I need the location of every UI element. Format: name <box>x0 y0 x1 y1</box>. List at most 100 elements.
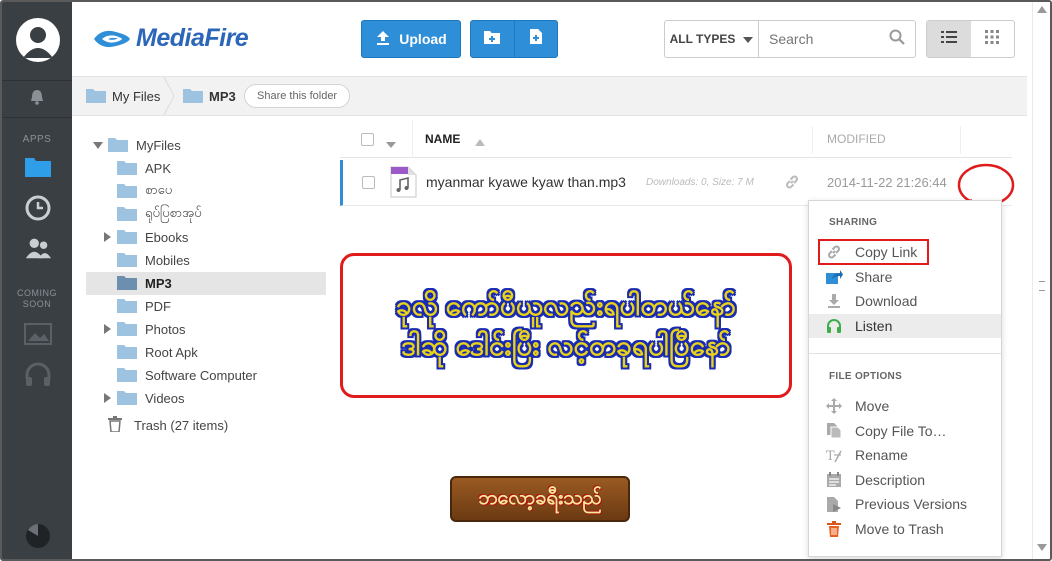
tree-folder-item[interactable]: Software Computer <box>86 364 326 387</box>
menu-item-previous-versions[interactable]: Previous Versions <box>809 492 1001 516</box>
search-box <box>758 20 916 58</box>
folder-icon <box>117 251 137 270</box>
link-icon[interactable] <box>784 174 800 195</box>
copy-icon <box>825 422 843 440</box>
contacts-icon[interactable] <box>24 234 52 262</box>
mediafire-logo[interactable]: MediaFire <box>92 24 249 53</box>
search-input[interactable] <box>769 31 879 47</box>
brand-name: MediaFire <box>136 24 249 52</box>
search-icon[interactable] <box>889 29 905 50</box>
file-type-label: ALL TYPES <box>669 32 736 46</box>
breadcrumb: My Files MP3 Share this folder <box>72 76 1027 116</box>
trash-label: Trash (27 items) <box>134 418 229 433</box>
menu-item-share[interactable]: Share <box>809 265 1001 289</box>
menu-item-label: Move <box>855 398 890 414</box>
notifications-button[interactable] <box>2 80 72 118</box>
menu-item-label: Previous Versions <box>855 496 968 512</box>
scroll-up-icon[interactable] <box>1037 6 1047 13</box>
breadcrumb-mp3[interactable]: MP3 <box>183 77 236 115</box>
tree-folder-item[interactable]: PDF <box>86 295 326 318</box>
tree-folder-label: Root Apk <box>145 345 198 360</box>
breadcrumb-label: MP3 <box>209 88 236 104</box>
folder-icon <box>117 228 137 247</box>
tree-folder-item[interactable]: Videos <box>86 387 326 410</box>
coming-soon-label: COMING SOON <box>17 288 57 309</box>
menu-item-label: Listen <box>855 317 893 334</box>
trash-icon <box>825 520 843 538</box>
add-file-icon <box>529 28 543 50</box>
tree-folder-label: MP3 <box>145 276 172 291</box>
select-all-checkbox[interactable] <box>361 133 374 146</box>
tree-folder-item[interactable]: APK <box>86 157 326 180</box>
tree-folder-label: APK <box>145 161 172 176</box>
menu-item-label: Copy File To… <box>855 422 947 439</box>
storage-pie-icon[interactable] <box>24 522 52 550</box>
menu-item-listen[interactable]: Listen <box>809 313 1001 338</box>
folder-icon <box>117 182 137 201</box>
collapsed-triangle-icon[interactable] <box>104 232 111 242</box>
sharing-section-label: SHARING <box>829 217 878 228</box>
menu-item-move-to-trash[interactable]: Move to Trash <box>809 517 1001 541</box>
new-file-button[interactable] <box>513 21 558 57</box>
avatar[interactable] <box>16 18 60 62</box>
select-menu-chevron-icon[interactable] <box>386 135 396 153</box>
menu-item-move[interactable]: Move <box>809 394 1001 418</box>
list-view-button[interactable] <box>927 21 971 57</box>
tree-root[interactable]: MyFiles <box>86 134 326 157</box>
tree-folder-item[interactable]: ရုပ်ပြစာအုပ် <box>86 203 326 226</box>
modified-column-header[interactable]: MODIFIED <box>827 132 886 146</box>
menu-item-rename[interactable]: T Rename <box>809 443 1001 467</box>
file-context-menu: SHARING Copy Link Share Download Listen FIL… <box>808 200 1002 557</box>
folder-icon <box>117 159 137 178</box>
tree-folder-item[interactable]: Root Apk <box>86 341 326 364</box>
collapsed-triangle-icon[interactable] <box>104 393 111 403</box>
share-folder-button[interactable]: Share this folder <box>244 84 351 108</box>
chevron-down-icon <box>743 32 754 46</box>
name-column-header[interactable]: NAME <box>425 132 460 146</box>
breadcrumb-my-files[interactable]: My Files <box>86 77 160 115</box>
menu-item-label: Move to Trash <box>855 520 944 537</box>
file-type-filter[interactable]: ALL TYPES <box>664 20 758 58</box>
view-toggle <box>926 20 1015 58</box>
file-options-section-label: FILE OPTIONS <box>829 371 903 382</box>
menu-item-copy-file-to[interactable]: Copy File To… <box>809 419 1001 443</box>
svg-text:T: T <box>826 449 835 463</box>
tree-folder-label: Ebooks <box>145 230 189 245</box>
menu-item-download[interactable]: Download <box>809 289 1001 313</box>
folder-icon <box>183 87 203 106</box>
files-icon[interactable] <box>24 152 52 180</box>
share-icon <box>825 268 843 286</box>
sort-ascending-icon[interactable] <box>475 133 485 151</box>
bell-icon <box>28 88 46 111</box>
expanded-triangle-icon[interactable] <box>93 142 103 149</box>
flame-logo-icon <box>94 30 130 47</box>
folder-icon <box>117 366 137 385</box>
file-list-header: NAME MODIFIED <box>340 120 1012 158</box>
recent-clock-icon[interactable] <box>24 194 52 222</box>
tree-folder-label: Videos <box>145 391 185 406</box>
collapsed-triangle-icon[interactable] <box>104 324 111 334</box>
music-headphones-icon <box>24 360 52 388</box>
file-name[interactable]: myanmar kyawe kyaw than.mp3 <box>426 174 626 190</box>
scroll-thumb-grip[interactable] <box>1039 281 1045 291</box>
list-view-icon <box>940 30 957 48</box>
row-checkbox[interactable] <box>362 176 375 189</box>
trash-icon <box>108 416 122 435</box>
new-folder-button[interactable] <box>471 21 514 57</box>
tree-folder-label: PDF <box>145 299 171 314</box>
grid-view-button[interactable] <box>971 21 1015 57</box>
tree-trash[interactable]: Trash (27 items) <box>86 414 326 437</box>
tree-folder-item[interactable]: Mobiles <box>86 249 326 272</box>
tree-folder-item[interactable]: Photos <box>86 318 326 341</box>
tree-folder-label: ရုပ်ပြစာအုပ် <box>145 205 202 220</box>
annotation-line-1: ခုလို ကော်ပီယူလည်းရပါတယ်နော် <box>395 289 736 321</box>
tree-folder-item[interactable]: Ebooks <box>86 226 326 249</box>
file-meta: Downloads: 0, Size: 7 M <box>646 177 754 188</box>
upload-button[interactable]: Upload <box>361 20 461 58</box>
tree-folder-item[interactable]: စာပေ <box>86 180 326 203</box>
folder-icon <box>86 87 106 106</box>
menu-item-description[interactable]: Description <box>809 468 1001 492</box>
scroll-down-icon[interactable] <box>1037 544 1047 551</box>
scrollbar[interactable] <box>1032 2 1050 559</box>
tree-folder-item[interactable]: MP3 <box>86 272 326 295</box>
